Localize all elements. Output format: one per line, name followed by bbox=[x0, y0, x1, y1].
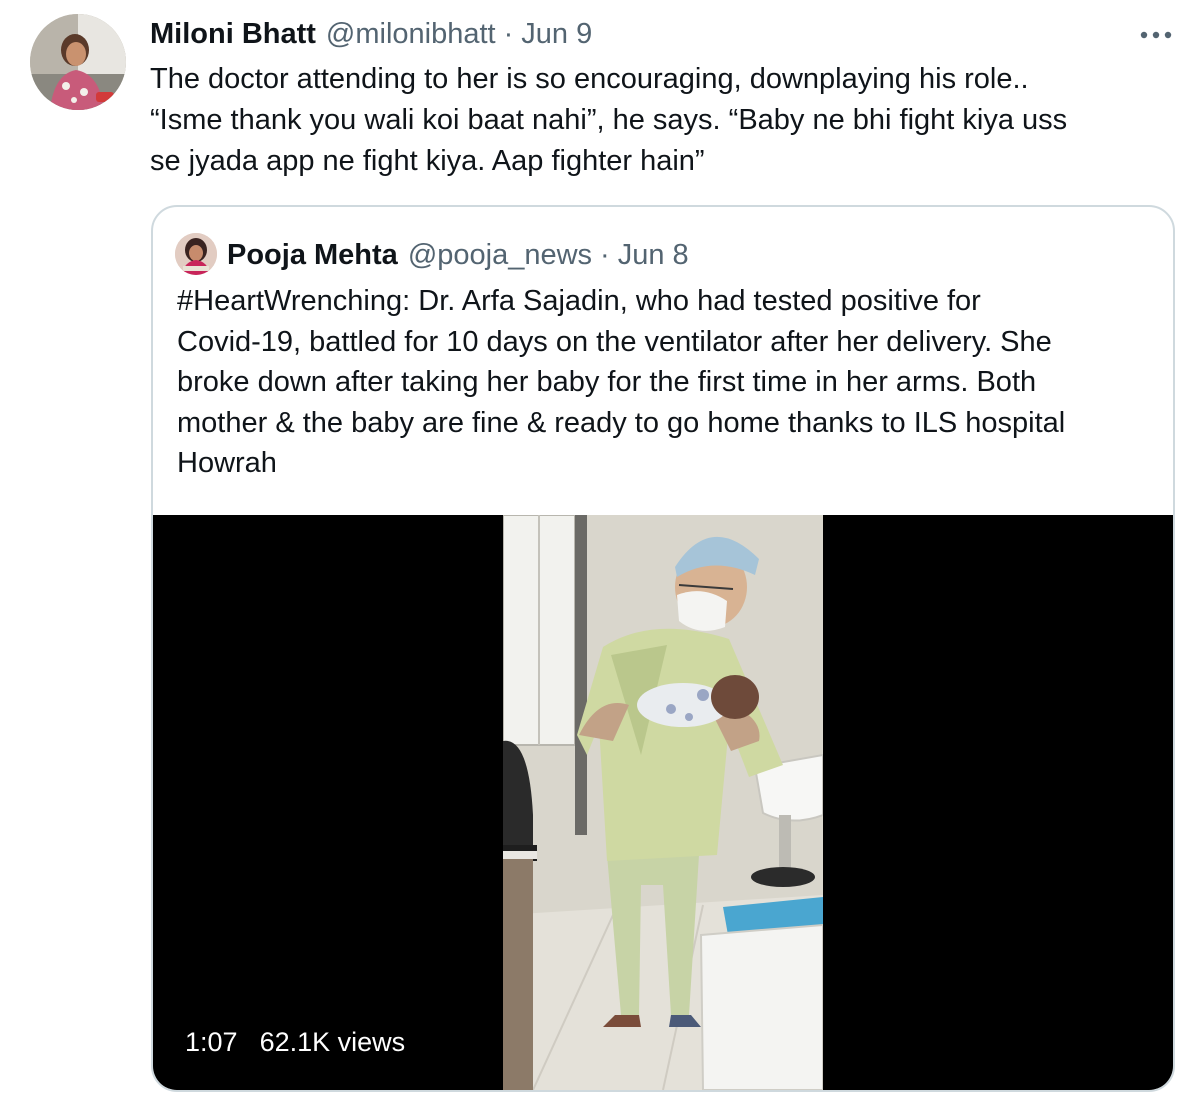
tweet-text: The doctor attending to her is so encour… bbox=[150, 63, 1068, 177]
quoted-tweet-text: #HeartWrenching: Dr. Arfa Sajadin, who h… bbox=[177, 285, 1066, 479]
tweet-header: Miloni Bhatt @milonibhatt · Jun 9 bbox=[150, 14, 592, 54]
video-duration: 1:07 bbox=[185, 1027, 238, 1057]
video-thumbnail bbox=[503, 515, 823, 1090]
quoted-tweet-date[interactable]: Jun 8 bbox=[618, 239, 689, 272]
tweet-date[interactable]: Jun 9 bbox=[521, 18, 592, 51]
video-meta: 1:07 62.1K views bbox=[185, 1027, 405, 1058]
tweet: Miloni Bhatt @milonibhatt · Jun 9 The do… bbox=[0, 0, 1200, 1102]
quoted-tweet[interactable]: Pooja Mehta @pooja_news · Jun 8 #HeartWr… bbox=[151, 205, 1175, 1092]
video-player[interactable]: 1:07 62.1K views bbox=[153, 515, 1173, 1090]
quoted-author-handle[interactable]: @pooja_news bbox=[408, 239, 592, 272]
quoted-header-separator: · bbox=[600, 238, 610, 271]
more-horizontal-icon[interactable] bbox=[1136, 20, 1176, 50]
video-views: 62.1K views bbox=[259, 1027, 406, 1057]
author-name[interactable]: Miloni Bhatt bbox=[150, 18, 316, 51]
quoted-author-avatar[interactable] bbox=[175, 233, 217, 275]
author-handle[interactable]: @milonibhatt bbox=[326, 18, 496, 51]
author-avatar[interactable] bbox=[30, 14, 126, 110]
header-separator: · bbox=[503, 17, 514, 50]
quoted-author-name[interactable]: Pooja Mehta bbox=[227, 239, 398, 272]
quoted-tweet-header: Pooja Mehta @pooja_news · Jun 8 bbox=[227, 235, 689, 275]
